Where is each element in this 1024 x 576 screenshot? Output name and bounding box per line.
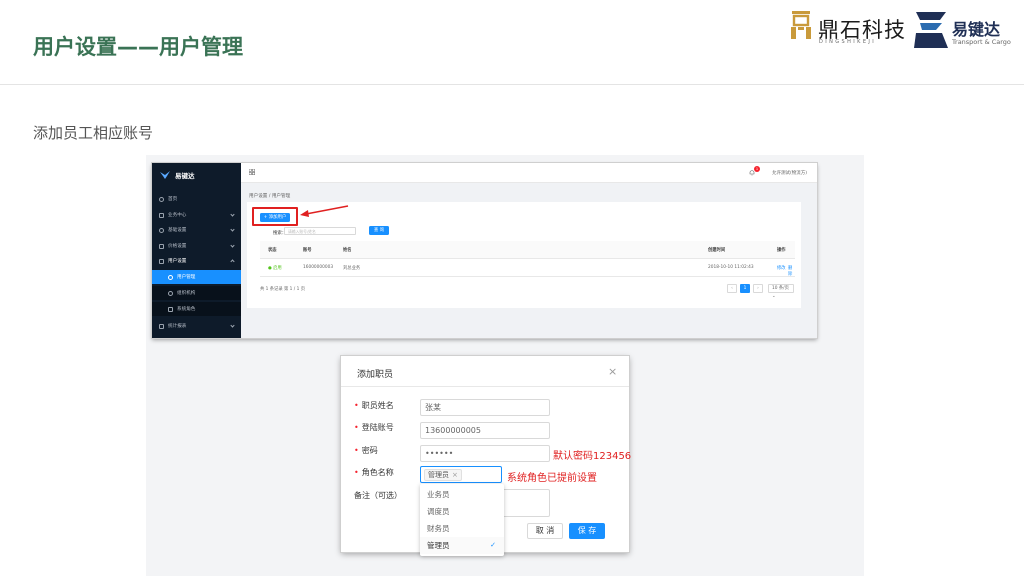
password-label: • 密码 [354, 446, 378, 455]
sidebar-item-label: 首页 [168, 197, 178, 202]
row-name: 刘总业务 [343, 266, 361, 271]
chevron-down-icon [230, 243, 235, 248]
slide-subtitle: 添加员工相应账号 [33, 124, 154, 142]
sidebar-item-label: 系统角色 [177, 307, 196, 312]
pager-prev-button[interactable]: ‹ [727, 284, 737, 293]
sidebar-item-business[interactable]: 业务中心 [152, 208, 241, 222]
dingshi-logo: 鼎石科技 DINGSHIKEJI [790, 10, 906, 46]
header-divider [0, 84, 1024, 85]
sidebar-item-label: 用户管理 [177, 275, 196, 280]
account-field[interactable]: 13600000005 [420, 422, 550, 439]
check-icon: ✓ [490, 541, 496, 549]
close-icon[interactable]: × [608, 366, 617, 377]
org-icon [168, 290, 173, 296]
gear-icon [159, 227, 164, 233]
dropdown-option-admin[interactable]: 管理员 ✓ [420, 537, 504, 554]
menu-icon[interactable] [249, 169, 255, 175]
dropdown-option-label: 管理员 [427, 541, 450, 550]
sidebar-item-price-settings[interactable]: 价格设置 [152, 239, 241, 253]
yjd-subtitle: Transport & Cargo [952, 38, 1011, 46]
sidebar-item-label: 基础设置 [168, 228, 187, 233]
cancel-button[interactable]: 取 消 [527, 523, 563, 539]
name-label: • 职员姓名 [354, 401, 394, 410]
highlight-box [252, 207, 298, 226]
save-button[interactable]: 保 存 [569, 523, 605, 539]
column-header: 姓名 [343, 248, 352, 253]
chevron-down-icon [230, 227, 235, 232]
yjd-logo: 易键达 Transport & Cargo [912, 8, 1017, 52]
dropdown-option-dispatcher[interactable]: 调度员 [420, 503, 504, 520]
sidebar-item-user-settings[interactable]: 用户设置 [152, 254, 241, 268]
sidebar-item-label: 统计报表 [168, 324, 187, 329]
breadcrumb: 用户设置 / 用户管理 [249, 194, 291, 199]
pager-next-button[interactable]: › [753, 284, 763, 293]
page-size-select[interactable]: 10 条/页 ⌄ [768, 284, 794, 299]
user-card-icon [159, 258, 164, 264]
column-header: 操作 [777, 248, 786, 253]
pager-summary: 共 1 条记录 第 1 / 1 页 [260, 287, 305, 292]
search-input[interactable]: 请输入账号/姓名 [284, 227, 356, 235]
slide-title: 用户设置——用户管理 [33, 35, 243, 59]
dingshi-pinyin: DINGSHIKEJI [819, 39, 877, 45]
pager-page-1[interactable]: 1 [740, 284, 750, 293]
sidebar: 易键达 首页 业务中心 基础设置 价格设置 用户设置 用户管理 组织机构 系统角… [152, 163, 241, 338]
app-window: 易键达 首页 业务中心 基础设置 价格设置 用户设置 用户管理 组织机构 系统角… [152, 163, 817, 338]
sidebar-item-organization[interactable]: 组织机构 [152, 286, 241, 300]
sidebar-item-system-roles[interactable]: 系统角色 [152, 302, 241, 316]
role-dropdown: 业务员 调度员 财务员 管理员 ✓ [420, 484, 504, 556]
sidebar-item-home[interactable]: 首页 [152, 192, 241, 206]
column-header: 账号 [303, 248, 312, 253]
sidebar-item-label: 组织机构 [177, 291, 196, 296]
sidebar-brand: 易键达 [175, 172, 195, 180]
sidebar-item-label: 价格设置 [168, 244, 187, 249]
chevron-down-icon [230, 323, 235, 328]
dialog-title: 添加职员 [357, 370, 394, 380]
dialog-divider [341, 386, 629, 387]
sidebar-item-basic-settings[interactable]: 基础设置 [152, 223, 241, 237]
remark-label: 备注（可选） [354, 491, 402, 500]
user-menu[interactable]: 允许测试(物流方) [772, 170, 807, 176]
sidebar-item-user-management[interactable]: 用户管理 [152, 270, 241, 284]
pointer-arrow-icon [300, 205, 349, 217]
row-delete-link[interactable]: 删除 [788, 265, 795, 277]
dropdown-option-salesman[interactable]: 业务员 [420, 486, 504, 503]
top-bar: 1 允许测试(物流方) [241, 163, 817, 183]
role-annotation: 系统角色已提前设置 [507, 473, 597, 484]
chevron-down-icon [230, 212, 235, 217]
grid-icon [159, 212, 164, 218]
table-header: 状态 账号 姓名 创建时间 操作 [260, 241, 795, 259]
table-row: ● 启用 16000000003 刘总业务 2018-10-10 11:02:4… [260, 259, 795, 277]
chevron-up-icon [230, 259, 235, 264]
yjd-mark-icon [914, 12, 948, 48]
report-icon [159, 323, 164, 329]
notification-badge: 1 [754, 166, 760, 172]
role-icon [168, 306, 173, 312]
search-button[interactable]: 查 询 [369, 226, 389, 235]
home-icon [159, 196, 164, 202]
yjd-name: 易键达 [952, 20, 1001, 39]
row-created: 2018-10-10 11:02:43 [708, 265, 754, 270]
dingshi-mark-icon [791, 11, 811, 39]
name-field[interactable]: 张某 [420, 399, 550, 416]
role-label: • 角色名称 [354, 468, 394, 477]
dropdown-option-finance[interactable]: 财务员 [420, 520, 504, 537]
sidebar-item-label: 业务中心 [168, 213, 187, 218]
row-edit-link[interactable]: 修改 [777, 265, 786, 271]
row-account: 16000000003 [303, 265, 334, 270]
password-field[interactable]: •••••• [420, 445, 550, 462]
user-icon [168, 274, 173, 280]
role-select[interactable]: 管理员 × [420, 466, 502, 483]
account-label: • 登陆账号 [354, 423, 394, 432]
sidebar-logo[interactable]: 易键达 [160, 168, 195, 182]
sidebar-item-reports[interactable]: 统计报表 [152, 319, 241, 333]
role-tag: 管理员 × [424, 469, 462, 481]
sidebar-item-label: 用户设置 [168, 259, 187, 264]
column-header: 状态 [268, 248, 277, 253]
row-status: ● 启用 [268, 266, 282, 271]
password-annotation: 默认密码123456 [553, 451, 632, 462]
bird-logo-icon [160, 171, 170, 179]
column-header: 创建时间 [708, 248, 726, 253]
price-icon [159, 243, 164, 249]
tag-close-icon[interactable]: × [452, 471, 458, 479]
